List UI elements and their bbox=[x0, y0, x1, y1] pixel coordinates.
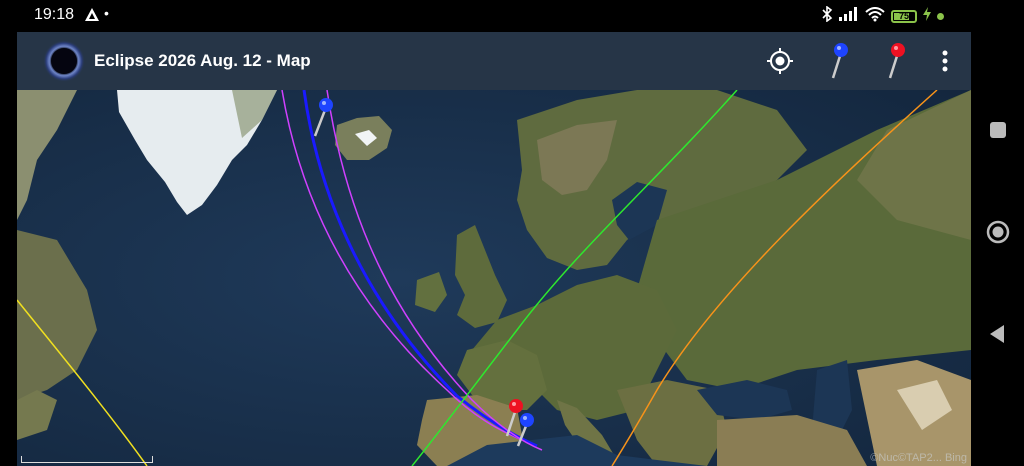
charging-dot-icon bbox=[937, 13, 944, 20]
home-icon bbox=[986, 220, 1010, 244]
map-view[interactable]: ©Nuc©TAP2... Bing bbox=[17, 90, 971, 466]
more-options-button[interactable] bbox=[927, 40, 963, 82]
app-title: Eclipse 2026 Aug. 12 - Map bbox=[94, 51, 311, 70]
charging-icon bbox=[923, 7, 931, 26]
red-pin-icon bbox=[888, 43, 905, 79]
status-bar: 19:18 • 75 bbox=[0, 0, 1024, 32]
battery-label: 75 bbox=[898, 11, 909, 21]
blue-pin-icon bbox=[831, 43, 848, 79]
system-nav-bar bbox=[971, 0, 1024, 466]
back-icon bbox=[990, 325, 1004, 343]
blue-pin-button[interactable] bbox=[820, 40, 860, 82]
wifi-icon bbox=[865, 6, 885, 27]
status-icons: 75 bbox=[821, 5, 944, 27]
notification-triangle-icon bbox=[84, 7, 100, 28]
map-scale-bar bbox=[21, 456, 153, 463]
eclipse-logo-icon bbox=[43, 40, 85, 82]
status-dot: • bbox=[104, 5, 109, 21]
app-bar: Eclipse 2026 Aug. 12 - Map bbox=[17, 32, 971, 90]
signal-icon bbox=[839, 7, 859, 26]
more-options-icon bbox=[942, 50, 948, 72]
red-pin-button[interactable] bbox=[877, 40, 917, 82]
battery-icon: 75 bbox=[891, 10, 917, 23]
satellite-map[interactable] bbox=[17, 90, 971, 466]
recents-button[interactable] bbox=[984, 116, 1012, 144]
status-time: 19:18 bbox=[34, 6, 75, 23]
my-location-icon bbox=[767, 48, 793, 74]
map-attribution: ©Nuc©TAP2... Bing bbox=[870, 452, 967, 464]
my-location-button[interactable] bbox=[760, 40, 800, 82]
recents-icon bbox=[990, 122, 1006, 138]
bluetooth-icon bbox=[821, 5, 833, 27]
home-button[interactable] bbox=[984, 218, 1012, 246]
back-button[interactable] bbox=[984, 320, 1012, 348]
